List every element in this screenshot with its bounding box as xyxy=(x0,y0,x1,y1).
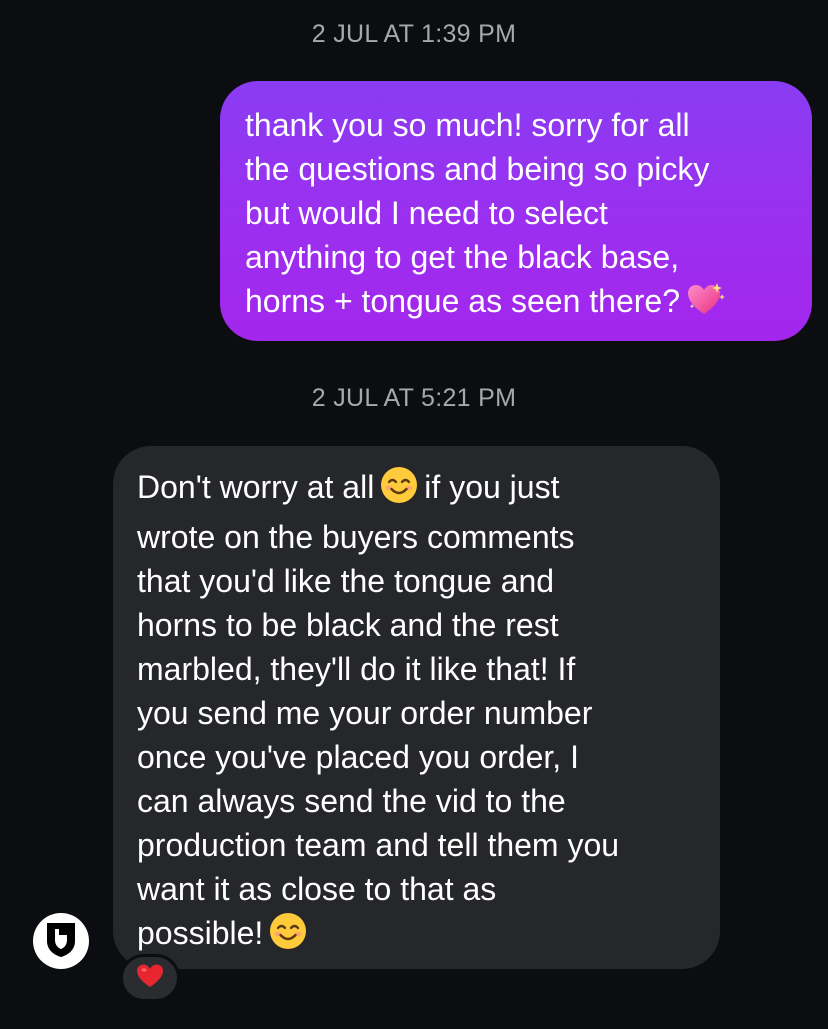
sender-avatar[interactable] xyxy=(33,913,89,969)
message-text-line-with-emoji: horns + tongue as seen there? xyxy=(245,279,790,329)
message-text-line: horns to be black and the rest xyxy=(137,607,559,643)
message-text-line: production team and tell them you xyxy=(137,827,620,863)
message-text-line-with-emoji: possible! xyxy=(137,911,696,961)
message-text-segment: if you just xyxy=(424,469,560,505)
sparkling-heart-icon xyxy=(686,282,726,329)
message-text-line: wrote on the buyers comments xyxy=(137,519,575,555)
message-text-line: want it as close to that as xyxy=(137,871,497,907)
shield-logo-icon xyxy=(43,919,79,964)
incoming-message-bubble[interactable]: Don't worry at all if you just wrote on … xyxy=(113,446,720,969)
message-text-line: that you'd like the tongue and xyxy=(137,563,555,599)
message-timestamp: 2 JUL AT 5:21 PM xyxy=(311,384,517,412)
message-text-segment: Don't worry at all xyxy=(137,469,375,505)
smiling-face-icon xyxy=(269,912,307,961)
red-heart-icon xyxy=(136,963,164,994)
message-text-line: the questions and being so picky xyxy=(245,151,710,187)
smiling-face-icon xyxy=(380,466,418,515)
message-text-line: you send me your order number xyxy=(137,695,593,731)
outgoing-message-bubble[interactable]: thank you so much! sorry for all the que… xyxy=(220,81,812,341)
message-text-line: can always send the vid to the xyxy=(137,783,566,819)
message-reaction[interactable] xyxy=(120,954,180,1002)
message-text-line: marbled, they'll do it like that! If xyxy=(137,651,576,687)
message-text-line: once you've placed you order, I xyxy=(137,739,579,775)
message-text-line: anything to get the black base, xyxy=(245,239,680,275)
message-text-line: thank you so much! sorry for all xyxy=(245,107,690,143)
message-text-line-with-emoji: Don't worry at all if you just xyxy=(137,465,696,515)
message-text-line: horns + tongue as seen there? xyxy=(245,283,680,319)
message-timestamp: 2 JUL AT 1:39 PM xyxy=(311,20,517,48)
message-text-line: but would I need to select xyxy=(245,195,608,231)
message-text-segment: possible! xyxy=(137,915,264,951)
